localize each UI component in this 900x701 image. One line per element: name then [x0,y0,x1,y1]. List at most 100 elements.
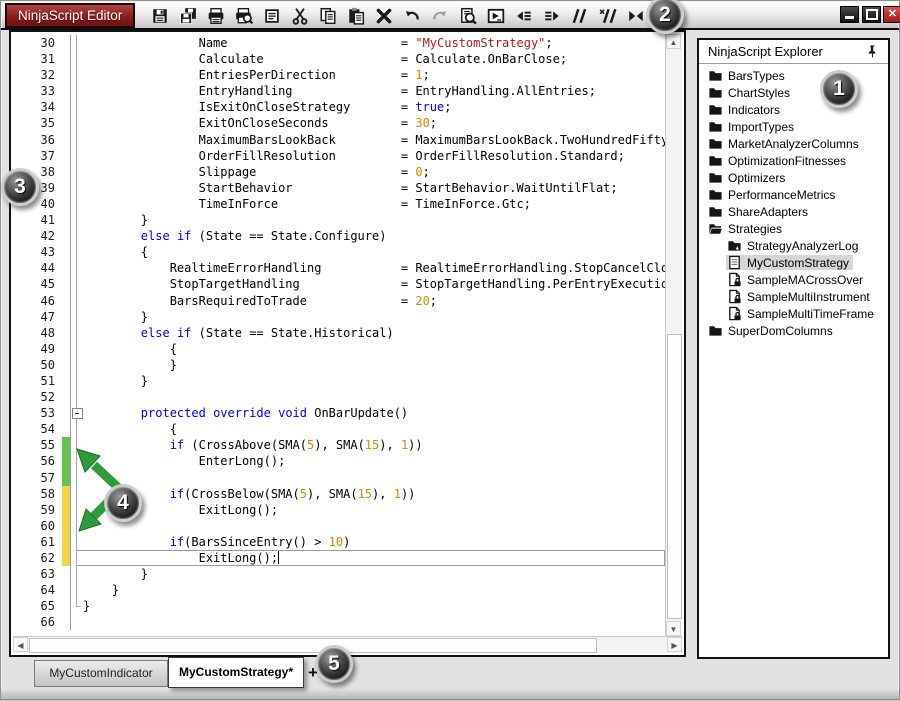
code-line-48[interactable]: 48 else if (State == State.Historical) [13,325,665,341]
compile-button[interactable] [625,5,646,27]
fold-margin [70,51,83,67]
folder-icon [708,153,723,168]
code-line-56[interactable]: 56 EnterLong(); [13,453,665,469]
line-number: 50 [13,357,62,373]
scroll-right-icon[interactable]: ▶ [667,637,682,652]
code-line-66[interactable]: 66 [13,614,665,630]
line-number: 52 [13,389,62,405]
scroll-left-icon[interactable]: ◀ [13,637,28,652]
code-line-41[interactable]: 41 } [13,212,665,228]
tree-item-samplemacrossover[interactable]: SampleMACrossOver [699,271,888,288]
paste-button[interactable] [345,5,366,27]
code-line-39[interactable]: 39 StartBehavior = StartBehavior.WaitUnt… [13,180,665,196]
line-number: 58 [13,486,62,502]
code-line-50[interactable]: 50 } [13,357,665,373]
tree-item-performancemetrics[interactable]: PerformanceMetrics [699,186,888,203]
close-button[interactable]: ✕ [883,6,900,23]
tree-item-shareadapters[interactable]: ShareAdapters [699,203,888,220]
code-line-32[interactable]: 32 EntriesPerDirection = 1; [13,67,665,83]
cut-button[interactable] [289,5,310,27]
code-line-43[interactable]: 43 { [13,244,665,260]
tree-item-samplemultitimeframe[interactable]: SampleMultiTimeFrame [699,305,888,322]
code-line-60[interactable]: 60 [13,518,665,534]
undo-button[interactable] [401,5,422,27]
fold-margin [70,132,83,148]
code-line-36[interactable]: 36 MaximumBarsLookBack = MaximumBarsLook… [13,132,665,148]
code-line-54[interactable]: 54 { [13,421,665,437]
fold-margin [70,228,83,244]
vertical-scroll-thumb[interactable] [667,334,682,619]
tree-item-indicators[interactable]: Indicators [699,101,888,118]
change-bar [62,437,70,453]
collapse-icon[interactable] [72,408,83,419]
code-line-33[interactable]: 33 EntryHandling = EntryHandling.AllEntr… [13,83,665,99]
code-line-57[interactable]: 57 [13,470,665,486]
tree-item-optimizationfitnesses[interactable]: OptimizationFitnesses [699,152,888,169]
tree-item-chartstyles[interactable]: ChartStyles [699,84,888,101]
indent-button[interactable] [541,5,562,27]
code-line-55[interactable]: 55 if (CrossAbove(SMA(5), SMA(15), 1)) [13,437,665,453]
tree-item-samplemultiinstrument[interactable]: SampleMultiInstrument [699,288,888,305]
code-line-47[interactable]: 47 } [13,309,665,325]
code-line-38[interactable]: 38 Slippage = 0; [13,164,665,180]
minimize-button[interactable] [840,6,859,23]
code-line-45[interactable]: 45 StopTargetHandling = StopTargetHandli… [13,276,665,292]
code-line-65[interactable]: 65} [13,598,665,614]
tree-item-barstypes[interactable]: BarsTypes [699,67,888,84]
code-line-46[interactable]: 46 BarsRequiredToTrade = 20; [13,293,665,309]
outdent-button[interactable] [513,5,534,27]
tree-item-superdomcolumns[interactable]: SuperDomColumns [699,322,888,339]
tree-item-mycustomstrategy[interactable]: MyCustomStrategy [699,254,888,271]
fold-margin [70,437,83,453]
code-editor[interactable]: 30 Name = "MyCustomStrategy";31 Calculat… [9,30,686,657]
uncomment-button[interactable] [597,5,618,27]
vertical-scrollbar[interactable]: ▲ ▼ [665,34,682,636]
properties-button[interactable] [261,5,282,27]
code-line-34[interactable]: 34 IsExitOnCloseStrategy = true; [13,99,665,115]
comment-button[interactable] [569,5,590,27]
code-line-35[interactable]: 35 ExitOnCloseSeconds = 30; [13,115,665,131]
editor-tab-mycustomstrategy[interactable]: MyCustomStrategy* [168,657,304,688]
fold-margin [70,212,83,228]
code-line-42[interactable]: 42 else if (State == State.Configure) [13,228,665,244]
print-preview-button[interactable] [233,5,254,27]
code-line-30[interactable]: 30 Name = "MyCustomStrategy"; [13,35,665,51]
run-console-button[interactable] [485,5,506,27]
code-line-62[interactable]: 62 ExitLong(); [13,550,665,566]
code-area[interactable]: 30 Name = "MyCustomStrategy";31 Calculat… [13,35,665,636]
code-text [83,470,665,486]
tree-item-strategies[interactable]: Strategies [699,220,888,237]
save-as-button[interactable] [177,5,198,27]
find-button[interactable] [457,5,478,27]
code-line-31[interactable]: 31 Calculate = Calculate.OnBarClose; [13,51,665,67]
save-button[interactable] [149,5,170,27]
code-line-53[interactable]: 53 protected override void OnBarUpdate() [13,405,665,421]
code-line-49[interactable]: 49 { [13,341,665,357]
redo-button[interactable] [429,5,450,27]
print-button[interactable] [205,5,226,27]
code-line-64[interactable]: 64 } [13,582,665,598]
indent-icon [543,7,561,25]
horizontal-scroll-thumb[interactable] [29,638,597,653]
tree-item-importtypes[interactable]: ImportTypes [699,118,888,135]
copy-button[interactable] [317,5,338,27]
code-line-61[interactable]: 61 if(BarsSinceEntry() > 10) [13,534,665,550]
line-number: 49 [13,341,62,357]
code-line-52[interactable]: 52 [13,389,665,405]
code-line-51[interactable]: 51 } [13,373,665,389]
delete-button[interactable] [373,5,394,27]
scroll-down-icon[interactable]: ▼ [666,621,681,636]
code-line-44[interactable]: 44 RealtimeErrorHandling = RealtimeError… [13,260,665,276]
code-line-40[interactable]: 40 TimeInForce = TimeInForce.Gtc; [13,196,665,212]
tree-item-optimizers[interactable]: Optimizers [699,169,888,186]
change-bar [62,132,70,148]
code-line-37[interactable]: 37 OrderFillResolution = OrderFillResolu… [13,148,665,164]
code-line-63[interactable]: 63 } [13,566,665,582]
maximize-button[interactable] [862,6,881,23]
line-number: 64 [13,582,62,598]
editor-tab-mycustomindicator[interactable]: MyCustomIndicator [34,660,168,687]
tree-item-strategyanalyzerlog[interactable]: StrategyAnalyzerLog [699,237,888,254]
scroll-up-icon[interactable]: ▲ [666,34,681,49]
pin-icon[interactable] [865,43,880,66]
tree-item-marketanalyzercolumns[interactable]: MarketAnalyzerColumns [699,135,888,152]
